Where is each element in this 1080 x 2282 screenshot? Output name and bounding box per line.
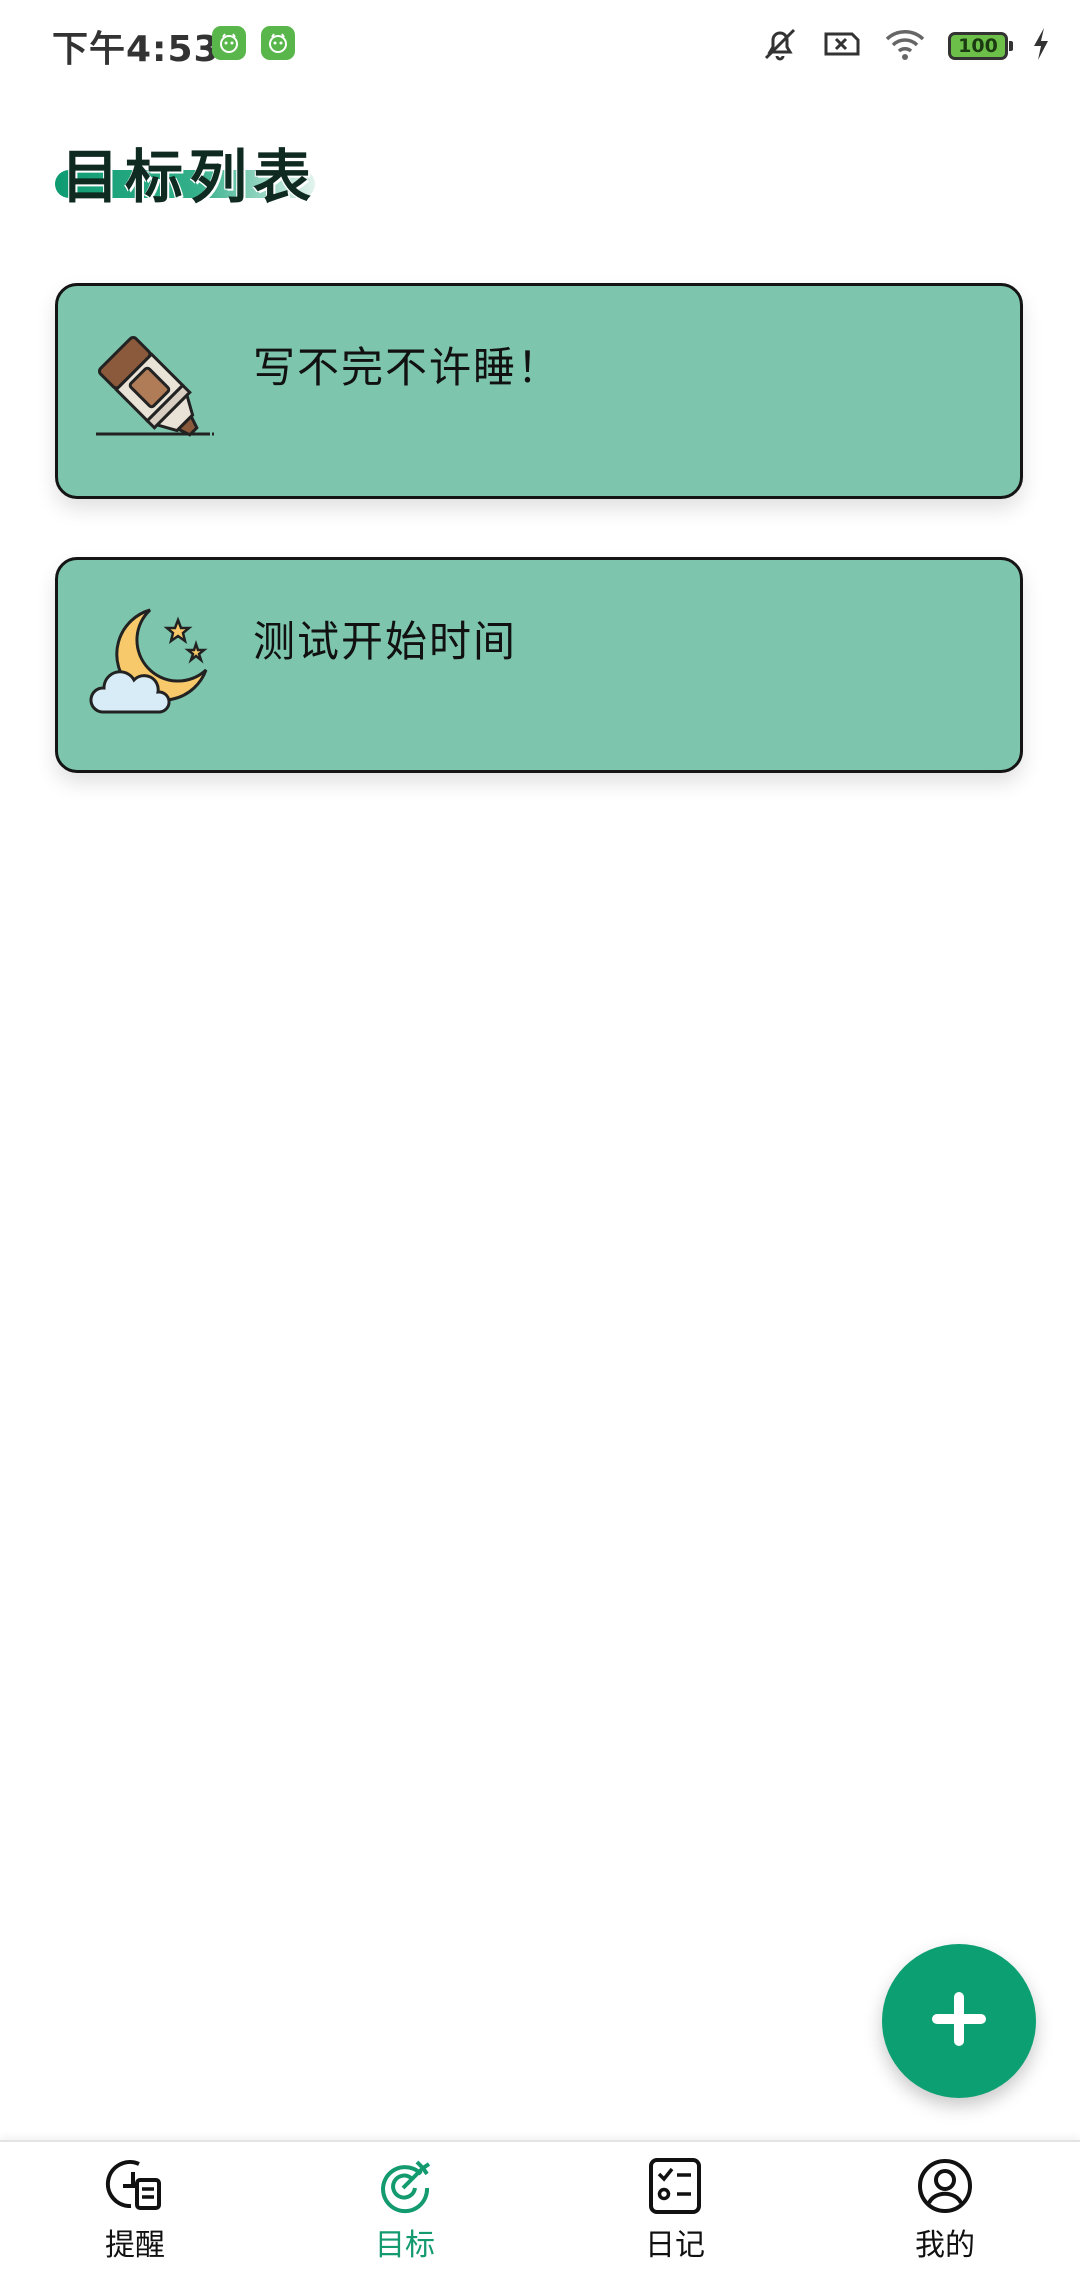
bottom-nav: 提醒 目标 日记 我的 <box>0 2140 1080 2282</box>
nav-item-profile[interactable]: 我的 <box>845 2156 1045 2276</box>
charging-icon <box>1030 24 1052 68</box>
plus-icon <box>928 1988 990 2054</box>
app-notification-icon <box>212 26 246 60</box>
goal-card[interactable]: 写不完不许睡！ <box>55 283 1023 499</box>
nav-item-diary[interactable]: 日记 <box>575 2156 775 2276</box>
nav-item-goals[interactable]: 目标 <box>305 2156 505 2276</box>
nav-label: 提醒 <box>105 2228 165 2263</box>
page-title: 目标列表 <box>61 143 318 211</box>
battery-icon: 100 <box>948 32 1013 60</box>
status-bar: 下午4:53 100 <box>0 0 1080 92</box>
wifi-icon <box>884 24 926 68</box>
target-icon <box>381 2160 431 2214</box>
nav-item-reminder[interactable]: 提醒 <box>35 2156 235 2276</box>
nav-label: 目标 <box>375 2228 435 2263</box>
battery-level: 100 <box>958 35 998 57</box>
no-sim-icon <box>822 24 862 68</box>
profile-icon <box>918 2159 972 2213</box>
goal-card[interactable]: 测试开始时间 <box>55 557 1023 773</box>
moon-cloud-icon <box>88 600 218 730</box>
marker-pen-icon <box>88 326 218 456</box>
add-goal-button[interactable] <box>882 1944 1036 2098</box>
goal-title: 测试开始时间 <box>253 617 518 666</box>
goal-title: 写不完不许睡！ <box>253 343 562 392</box>
mute-icon <box>760 24 800 68</box>
page-header: 目标列表 <box>55 122 335 212</box>
nav-label: 日记 <box>645 2228 705 2263</box>
app-notification-icon <box>261 26 295 60</box>
nav-label: 我的 <box>915 2228 975 2263</box>
reminder-icon <box>105 2160 161 2210</box>
diary-icon <box>649 2158 701 2214</box>
status-time: 下午4:53 <box>52 29 220 70</box>
